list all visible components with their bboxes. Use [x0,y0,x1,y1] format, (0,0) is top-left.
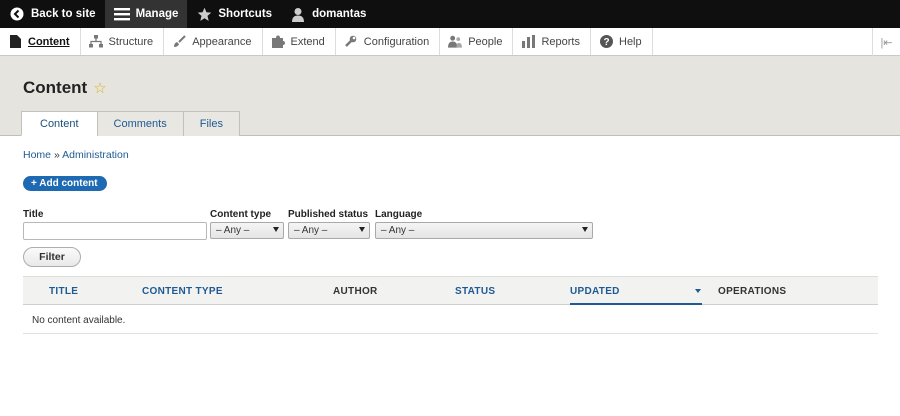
wrench-icon [344,35,358,49]
column-title[interactable]: TITLE [49,286,78,297]
tray-item-label: Appearance [192,35,252,48]
user-tab[interactable]: domantas [281,0,375,28]
tray-item-content[interactable]: Content [0,28,81,55]
menu-icon [113,6,130,22]
people-icon [448,35,463,49]
add-content-button[interactable]: + Add content [23,176,107,191]
tray-item-extend[interactable]: Extend [263,28,336,55]
language-select[interactable]: – Any – [375,222,593,239]
column-content-type[interactable]: CONTENT TYPE [142,286,223,297]
tray-item-configuration[interactable]: Configuration [336,28,441,55]
tray-item-label: Help [619,35,642,48]
manage-label: Manage [135,8,179,20]
tray-item-label: Reports [541,35,580,48]
tab-comments[interactable]: Comments [96,111,184,136]
language-label: Language [375,209,423,220]
dropdown-caret-icon [359,227,365,232]
tray-item-reports[interactable]: Reports [513,28,591,55]
bar-chart-icon [521,35,535,49]
published-status-select[interactable]: – Any – [288,222,370,239]
puzzle-icon [271,35,285,49]
filter-button[interactable]: Filter [23,247,81,267]
admin-toolbar: Back to site Manage Shortcuts domantas [0,0,900,28]
tray-item-label: Configuration [363,35,430,48]
shortcuts-label: Shortcuts [218,8,273,20]
help-icon: ? [599,35,613,49]
orientation-toggle[interactable]: |⇤ [872,28,900,56]
table-header: TITLE CONTENT TYPE AUTHOR STATUS UPDATED… [23,276,878,305]
shortcut-star-icon[interactable]: ☆ [93,79,106,97]
tray-item-label: Extend [290,35,325,48]
user-icon [290,6,306,22]
published-status-value: – Any – [294,225,328,236]
back-arrow-icon [9,6,25,22]
paintbrush-icon [172,35,186,49]
user-label: domantas [312,8,367,20]
tray-item-help[interactable]: ? Help [591,28,653,55]
tab-files[interactable]: Files [182,111,240,136]
published-status-label: Published status [288,209,369,220]
sitemap-icon [88,35,103,49]
page-title-text: Content [23,78,88,97]
file-icon [8,35,22,49]
dropdown-caret-icon [582,227,588,232]
content-type-select[interactable]: – Any – [210,222,284,239]
tray-item-structure[interactable]: Structure [81,28,165,55]
breadcrumb-administration[interactable]: Administration [62,149,129,161]
back-to-site-link[interactable]: Back to site [0,0,105,28]
tab-content[interactable]: Content [21,111,98,136]
sort-descending-icon [695,289,701,293]
manage-tray: Content Structure Appearance Extend Conf… [0,28,900,56]
page-tabs: Content Comments Files [21,111,240,136]
shortcuts-tab[interactable]: Shortcuts [187,0,281,28]
back-to-site-label: Back to site [31,8,96,20]
language-value: – Any – [381,225,415,236]
tray-item-people[interactable]: People [440,28,514,55]
title-filter-label: Title [23,209,44,220]
tray-item-label: Content [28,35,70,48]
star-icon [196,6,212,22]
content-type-value: – Any – [216,225,250,236]
page-header: Content ☆ Content Comments Files [0,56,900,136]
column-updated[interactable]: UPDATED [570,286,702,305]
svg-text:?: ? [603,37,609,48]
page-title: Content ☆ [23,78,107,98]
column-status[interactable]: STATUS [455,286,495,297]
empty-message: No content available. [32,315,126,326]
breadcrumb: Home » Administration [23,149,129,161]
table-row: No content available. [23,305,878,334]
column-operations: OPERATIONS [718,286,787,297]
breadcrumb-home[interactable]: Home [23,149,51,161]
breadcrumb-separator: » [53,149,60,161]
manage-tab[interactable]: Manage [104,0,188,28]
collapse-icon: |⇤ [880,36,893,49]
title-filter-input[interactable] [23,222,207,240]
tray-item-label: People [468,35,503,48]
content-table: TITLE CONTENT TYPE AUTHOR STATUS UPDATED… [23,276,878,334]
tray-item-label: Structure [108,35,154,48]
column-author: AUTHOR [333,286,378,297]
tray-item-appearance[interactable]: Appearance [164,28,263,55]
dropdown-caret-icon [273,227,279,232]
content-type-label: Content type [210,209,272,220]
